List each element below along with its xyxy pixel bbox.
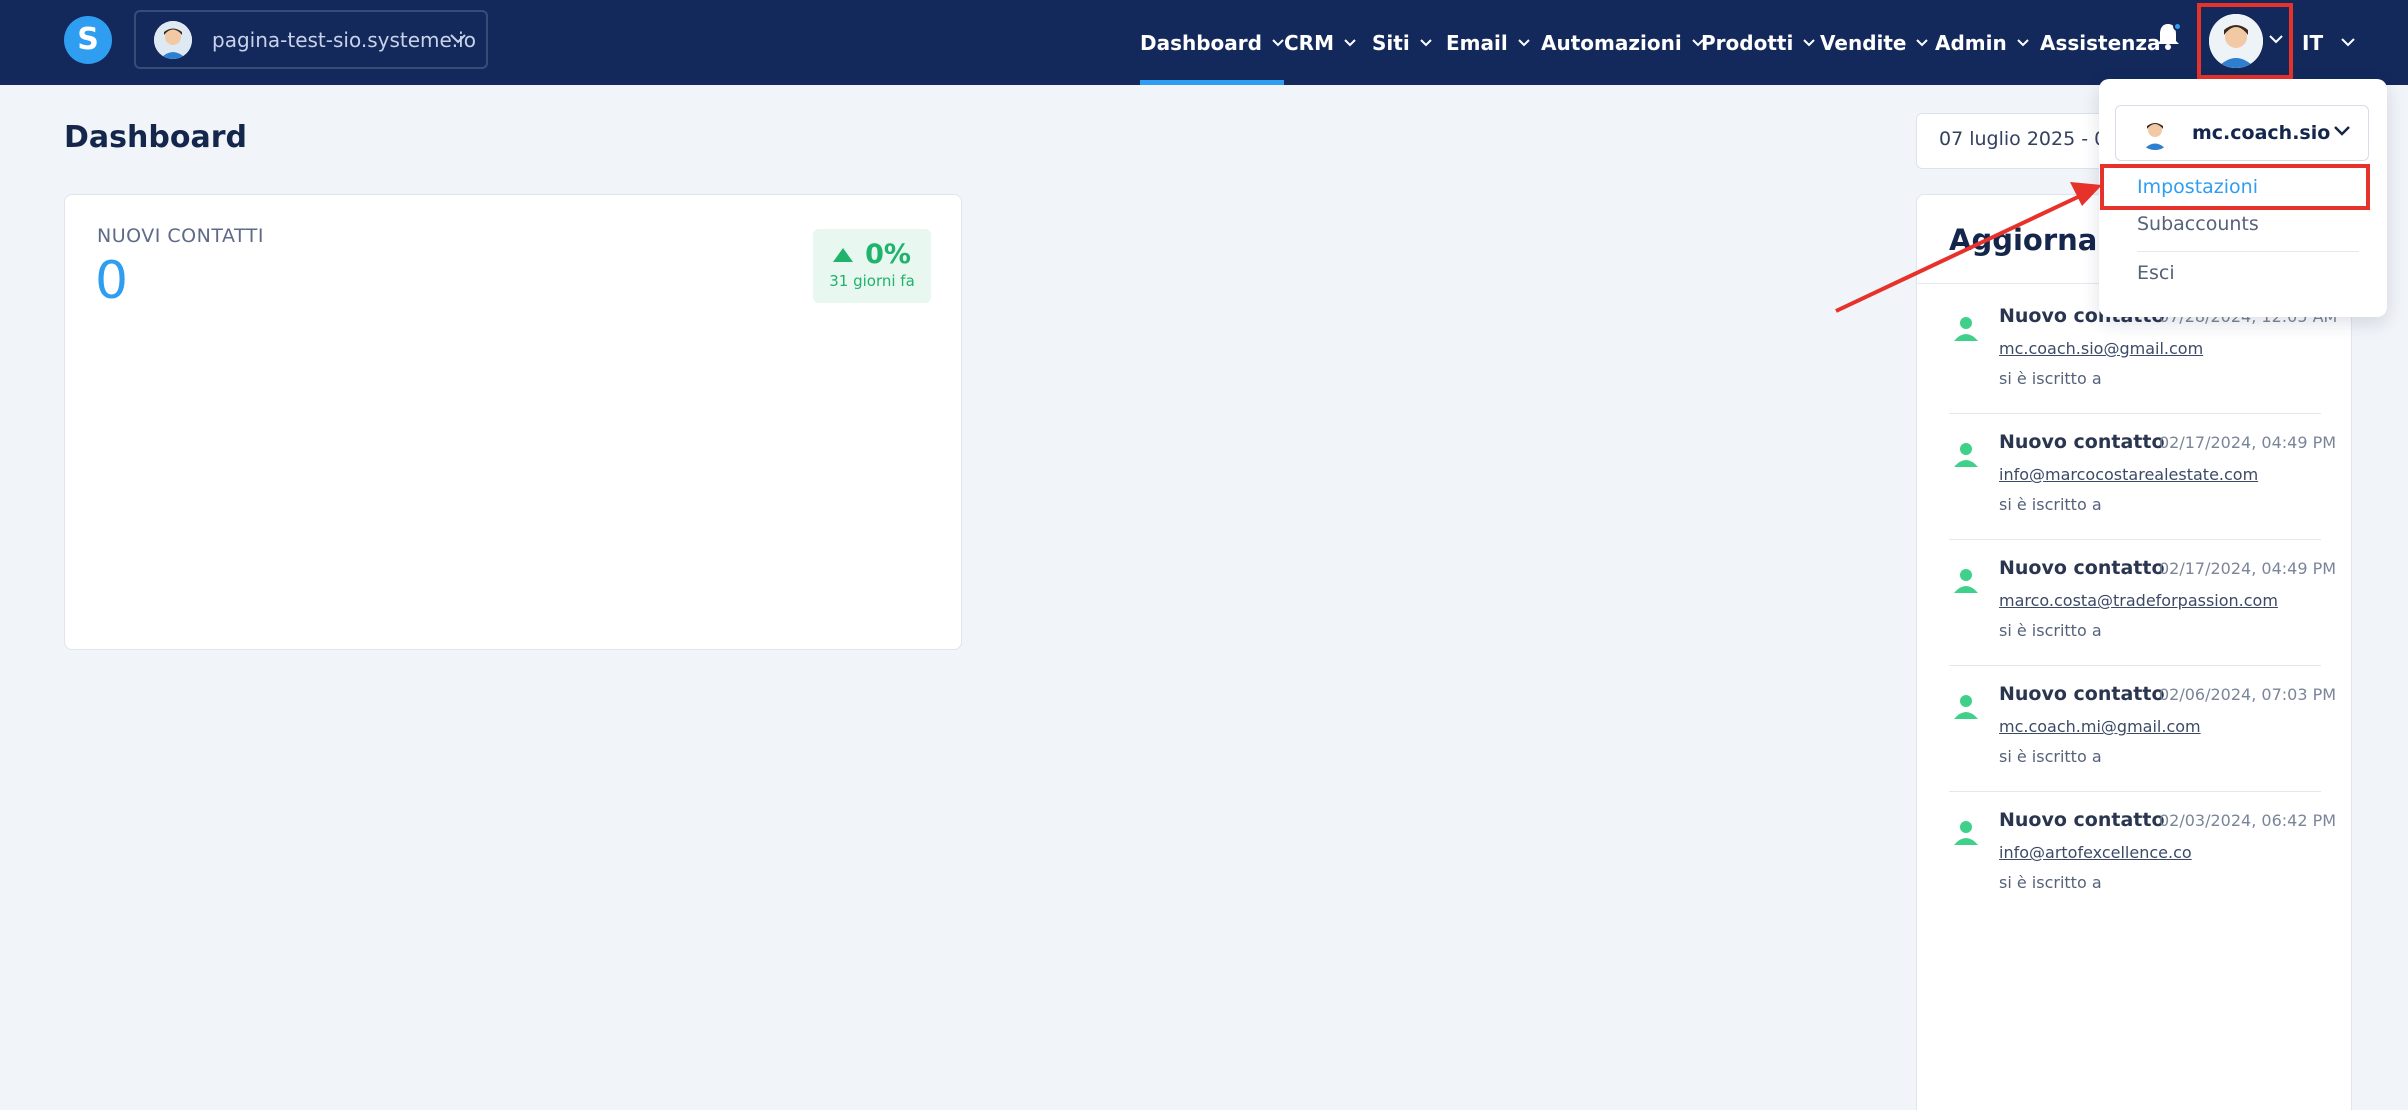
user-icon (1954, 821, 1978, 845)
notification-dot (2173, 22, 2182, 31)
trend-percent: 0% (865, 239, 911, 270)
update-text: si è iscritto a (1999, 747, 2102, 766)
list-item: Nuovo contatto07/28/2024, 12:05 AMmc.coa… (1949, 305, 2337, 431)
chevron-down-icon (1916, 38, 1929, 46)
nav-email[interactable]: Email (1446, 0, 1530, 85)
update-title: Nuovo contatto (1999, 557, 2165, 579)
list-item: Nuovo contatto 02/17/2024, 04:49 PM info@m… (1949, 431, 2336, 557)
nav-dashboard-label: Dashboard (1140, 30, 1262, 55)
update-text: si è iscritto a (1999, 873, 2102, 892)
chevron-down-icon (1518, 38, 1530, 46)
update-email-link[interactable]: mc.coach.sio@gmail.com (1999, 339, 2203, 358)
language-label: IT (2302, 30, 2324, 55)
nav-prodotti[interactable]: Prodotti (1701, 0, 1816, 85)
chevron-down-icon (450, 34, 466, 44)
account-name: mc.coach.sio (2192, 122, 2331, 144)
nav-crm[interactable]: CRM (1284, 0, 1356, 85)
list-divider (1949, 791, 2321, 792)
nav-email-label: Email (1446, 30, 1508, 55)
annotation-highlight-impostazioni (2100, 164, 2370, 210)
nav-prodotti-label: Prodotti (1701, 30, 1794, 55)
update-title: Nuovo contatto (1999, 431, 2165, 453)
user-icon (1954, 569, 1978, 593)
notifications-button[interactable] (2156, 22, 2182, 54)
user-avatar (2209, 14, 2263, 68)
update-text: si è iscritto a (1999, 621, 2102, 640)
chevron-down-icon (2341, 38, 2355, 47)
site-selector-label: pagina-test-sio.systeme.io (212, 27, 476, 52)
update-date: 02/17/2024, 04:49 PM (2159, 433, 2337, 452)
site-selector[interactable]: pagina-test-sio.systeme.io (134, 10, 488, 69)
update-title: Nuovo contatto (1999, 683, 2165, 705)
chevron-down-icon (2334, 126, 2350, 136)
trend-badge: 0% 31 giorni fa (813, 229, 931, 303)
update-title: Nuovo contatto (1999, 809, 2165, 831)
account-avatar (2138, 116, 2172, 150)
chevron-down-icon (1344, 38, 1356, 46)
list-divider (1949, 539, 2321, 540)
account-menu-button[interactable] (2197, 3, 2293, 79)
nav-admin[interactable]: Admin (1935, 0, 2029, 85)
site-avatar (154, 20, 192, 59)
user-icon (1954, 695, 1978, 719)
update-date: 02/17/2024, 04:49 PM (2159, 559, 2337, 578)
menu-item-esci[interactable]: Esci (2137, 262, 2175, 284)
new-contacts-chart: 07 lug08 lug09 lug10 lug11 lug12 lug13 l… (65, 475, 963, 651)
nav-siti-label: Siti (1372, 30, 1410, 55)
chevron-down-icon (1272, 38, 1284, 46)
nav-dashboard[interactable]: Dashboard (1140, 0, 1284, 85)
user-icon (1954, 443, 1978, 467)
account-switcher[interactable]: mc.coach.sio (2115, 105, 2369, 161)
update-email-link[interactable]: marco.costa@tradeforpassion.com (1999, 591, 2278, 610)
list-item: Nuovo contatto 02/03/2024, 06:42 PM info@a… (1949, 809, 2336, 935)
nav-siti[interactable]: Siti (1372, 0, 1432, 85)
update-email-link[interactable]: info@artofexcellence.co (1999, 843, 2192, 862)
chevron-down-icon (1419, 38, 1432, 46)
updates-card: Aggiorname Nuovo contatto07/28/2024, 12:… (1916, 194, 2352, 1110)
new-contacts-card: NUOVI CONTATTI 0 0% 31 giorni fa 07 lug0… (64, 194, 962, 650)
chevron-down-icon (2269, 35, 2283, 44)
chevron-down-icon (1803, 38, 1816, 46)
update-text: si è iscritto a (1999, 495, 2102, 514)
user-icon (1954, 317, 1978, 341)
new-contacts-label: NUOVI CONTATTI (97, 225, 264, 247)
update-text: si è iscritto a (1999, 369, 2102, 388)
list-divider (1949, 665, 2321, 666)
menu-item-subaccounts[interactable]: Subaccounts (2137, 213, 2259, 235)
menu-divider (2137, 251, 2359, 252)
page-title: Dashboard (64, 120, 247, 155)
systeme-logo[interactable]: S (64, 16, 112, 64)
nav-automazioni[interactable]: Automazioni (1541, 0, 1704, 85)
triangle-up-icon (833, 247, 854, 262)
nav-vendite-label: Vendite (1820, 30, 1907, 55)
language-selector[interactable]: IT (2302, 0, 2355, 85)
nav-crm-label: CRM (1284, 30, 1334, 55)
update-email-link[interactable]: info@marcocostarealestate.com (1999, 465, 2258, 484)
nav-assistenza[interactable]: Assistenza (2040, 0, 2161, 85)
trend-percent-row: 0% (813, 239, 931, 270)
nav-admin-label: Admin (1935, 30, 2007, 55)
list-item: Nuovo contatto 02/06/2024, 07:03 PM mc.coa… (1949, 683, 2336, 809)
top-navbar: S pagina-test-sio.systeme.io Dashboard C… (0, 0, 2408, 85)
update-date: 02/06/2024, 07:03 PM (2159, 685, 2337, 704)
trend-caption: 31 giorni fa (829, 272, 915, 290)
nav-assistenza-label: Assistenza (2040, 30, 2161, 55)
nav-automazioni-label: Automazioni (1541, 30, 1682, 55)
new-contacts-count: 0 (95, 251, 129, 311)
nav-vendite[interactable]: Vendite (1820, 0, 1929, 85)
chevron-down-icon (2017, 38, 2029, 46)
update-email-link[interactable]: mc.coach.mi@gmail.com (1999, 717, 2201, 736)
list-item: Nuovo contatto 02/17/2024, 04:49 PM marco.… (1949, 557, 2336, 683)
update-date: 02/03/2024, 06:42 PM (2159, 811, 2337, 830)
list-divider (1949, 413, 2321, 414)
